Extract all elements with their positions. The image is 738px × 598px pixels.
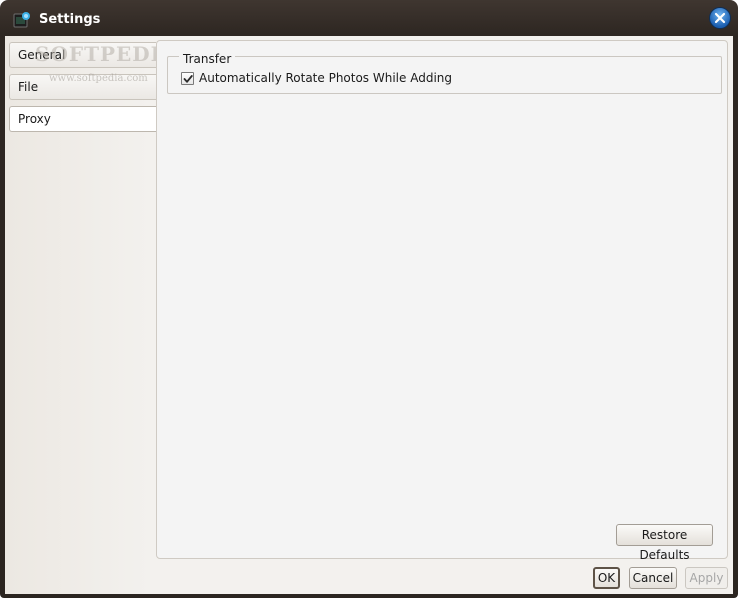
apply-button[interactable]: Apply: [685, 567, 728, 589]
title-bar[interactable]: Settings: [0, 0, 738, 36]
dialog-client-area: General File Proxy SOFTPEDIA www.softped…: [5, 36, 733, 594]
settings-panel: Transfer Automatically Rotate Photos Whi…: [156, 40, 728, 562]
auto-rotate-label: Automatically Rotate Photos While Adding: [199, 71, 453, 85]
settings-window: Settings General File Proxy SOFTPEDIA ww…: [0, 0, 738, 598]
restore-defaults-button[interactable]: Restore Defaults: [616, 524, 713, 562]
auto-rotate-checkbox[interactable]: [181, 72, 194, 85]
close-icon: [714, 12, 726, 24]
ok-button[interactable]: OK: [593, 567, 620, 589]
window-title: Settings: [39, 12, 101, 27]
cancel-button[interactable]: Cancel: [629, 567, 677, 589]
watermark-url: www.softpedia.com: [49, 73, 148, 84]
sidebar-item-label: File: [18, 80, 39, 94]
close-button[interactable]: [709, 7, 731, 29]
sidebar-item-label: Proxy: [18, 112, 51, 126]
groupbox-title: Transfer: [179, 52, 236, 66]
check-icon: [183, 75, 193, 83]
app-icon: [13, 11, 31, 29]
settings-sidebar: General File Proxy SOFTPEDIA www.softped…: [5, 36, 176, 559]
sidebar-item-proxy[interactable]: Proxy: [9, 106, 156, 132]
